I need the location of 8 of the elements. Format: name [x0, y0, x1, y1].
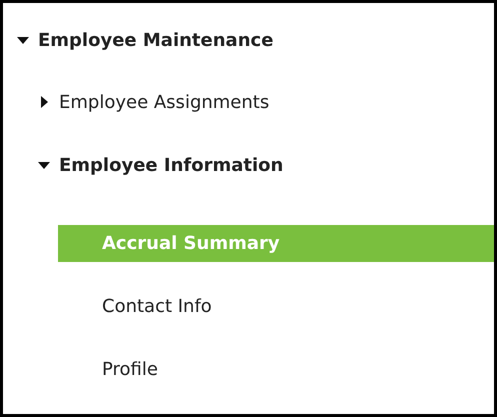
- caret-right-icon[interactable]: [38, 96, 50, 108]
- tree-item[interactable]: Contact Info: [58, 288, 494, 325]
- tree-node-label[interactable]: Employee Maintenance: [38, 30, 274, 50]
- tree-item[interactable]: Profile: [58, 351, 494, 388]
- caret-down-icon[interactable]: [17, 34, 29, 46]
- tree-node-label[interactable]: Employee Assignments: [59, 92, 270, 112]
- tree-node-label[interactable]: Employee Information: [59, 154, 284, 176]
- caret-down-icon[interactable]: [38, 159, 50, 171]
